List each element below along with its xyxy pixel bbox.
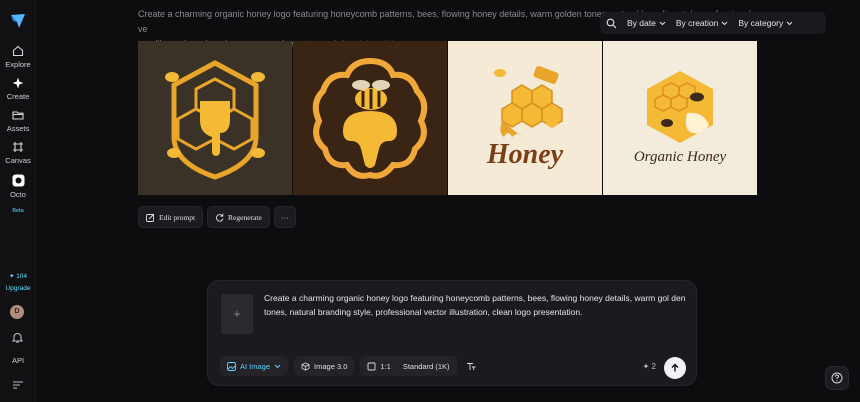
image-icon	[227, 361, 236, 371]
menu-icon[interactable]	[12, 380, 24, 390]
sparkle-icon	[12, 77, 24, 89]
sidebar-item-label: Canvas	[5, 156, 31, 165]
sidebar-item-octo[interactable]: Octo Beta	[0, 174, 36, 217]
sidebar-item-label: Create	[6, 92, 30, 101]
filter-by-category[interactable]: By category	[738, 18, 793, 28]
regenerate-label: Regenerate	[228, 212, 262, 222]
model-label: Image 3.0	[314, 361, 348, 371]
folder-icon	[12, 111, 24, 120]
filter-by-date[interactable]: By date	[627, 18, 666, 28]
upgrade-link[interactable]: Upgrade	[0, 283, 36, 295]
regenerate-button[interactable]: Regenerate	[207, 206, 270, 228]
arrow-up-icon	[671, 363, 679, 372]
honey-logo-image: Organic Honey	[603, 41, 757, 195]
sidebar-item-label: Octo	[10, 190, 26, 199]
app-logo-icon[interactable]	[9, 12, 27, 30]
prompt-input[interactable]: Create a charming organic honey logo fea…	[264, 291, 694, 319]
sidebar-item-assets[interactable]: Assets	[0, 109, 36, 133]
prompt-composer: + Create a charming organic honey logo f…	[207, 280, 697, 386]
generated-image-2[interactable]	[293, 41, 447, 195]
credits-count: ✦ 104	[8, 273, 28, 280]
settings-selector[interactable]: 1:1 Standard (1K)	[360, 356, 457, 376]
chevron-down-icon	[659, 21, 666, 25]
generated-image-3[interactable]: Honey	[448, 41, 602, 195]
edit-icon	[146, 213, 155, 222]
home-icon	[12, 45, 24, 57]
octo-icon	[12, 174, 24, 187]
filter-bar: By date By creation By category	[600, 12, 826, 34]
help-icon	[831, 372, 843, 384]
api-link[interactable]: API	[0, 356, 36, 365]
sidebar-item-label: Assets	[6, 124, 30, 133]
send-button[interactable]	[664, 357, 686, 379]
honey-wordmark: Honey	[486, 139, 564, 170]
aspect-ratio-icon	[367, 362, 376, 370]
edit-prompt-button[interactable]: Edit prompt	[138, 206, 204, 228]
help-button[interactable]	[825, 366, 849, 390]
text-style-button[interactable]	[463, 356, 479, 376]
image-actions: Edit prompt Regenerate ···	[138, 206, 296, 228]
sidebar-item-label: Explore	[5, 60, 31, 69]
avatar[interactable]: D	[10, 305, 24, 319]
generated-image-4[interactable]: Organic Honey	[603, 41, 757, 195]
chevron-down-icon	[786, 21, 793, 25]
credit-cost: ✦ 2	[642, 362, 656, 371]
model-selector[interactable]: Image 3.0	[294, 356, 355, 376]
text-format-icon	[466, 362, 476, 370]
sidebar-item-canvas[interactable]: Canvas	[0, 141, 36, 165]
quality-label: Standard (1K)	[402, 361, 450, 371]
honey-logo-image	[293, 41, 447, 195]
honey-logo-image: Honey	[448, 41, 602, 195]
generated-image-1[interactable]	[138, 41, 292, 195]
credits-block[interactable]: ✦ 104 Upgrade	[0, 271, 36, 295]
filter-by-creation[interactable]: By creation	[676, 18, 729, 28]
sidebar-item-create[interactable]: Create	[0, 77, 36, 101]
sidebar-item-explore[interactable]: Explore	[0, 45, 36, 69]
search-icon[interactable]	[606, 18, 617, 29]
bell-icon[interactable]	[11, 331, 24, 344]
mode-selector[interactable]: AI Image	[220, 356, 289, 376]
composer-toolbar: AI Image Image 3.0 1:1 Standard (1K)	[220, 356, 479, 376]
edit-prompt-label: Edit prompt	[159, 212, 196, 222]
sidebar: Explore Create Assets Canvas Octo Beta ✦…	[0, 0, 36, 402]
filter-label: By date	[627, 18, 656, 28]
filter-label: By category	[738, 18, 784, 28]
ratio-label: 1:1	[380, 361, 391, 371]
cube-icon	[301, 361, 310, 371]
beta-badge: Beta	[12, 208, 24, 214]
image-upload-slot[interactable]: +	[221, 294, 253, 334]
image-grid: Honey Organic Honey	[138, 41, 757, 195]
chevron-down-icon	[274, 364, 281, 368]
refresh-icon	[216, 213, 224, 222]
canvas-icon	[13, 142, 23, 152]
mode-label: AI Image	[240, 361, 271, 371]
chevron-down-icon	[722, 21, 728, 25]
organic-honey-wordmark: Organic Honey	[634, 149, 727, 165]
filter-label: By creation	[675, 18, 719, 28]
honey-logo-image	[138, 41, 292, 195]
more-options-button[interactable]: ···	[273, 206, 296, 228]
